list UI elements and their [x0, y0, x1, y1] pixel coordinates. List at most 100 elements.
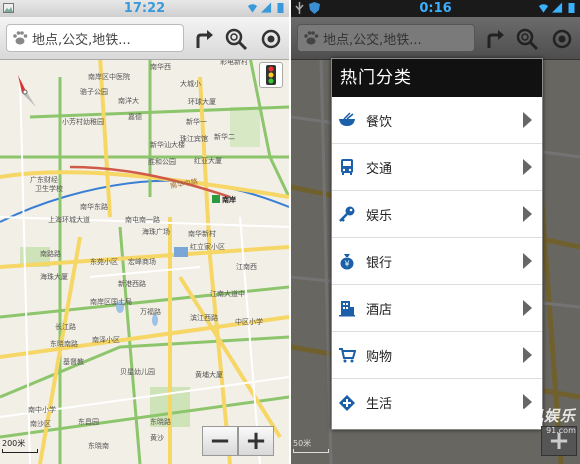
map-label: 红立家小区	[190, 243, 225, 251]
watermark: 91手机娱乐 91.com	[489, 405, 576, 435]
map-label: 宏峰商场	[128, 258, 156, 266]
poi-label: 南岸	[222, 196, 236, 204]
status-time: 0:16	[419, 1, 452, 16]
search-input[interactable]: 地点,公交,地铁...	[297, 24, 475, 52]
chevron-right-icon	[523, 159, 532, 175]
map-label: 小芳村幼稚园	[62, 118, 104, 126]
chevron-right-icon	[523, 300, 532, 316]
map-view[interactable]: 南岸区中医院 彩电新村 南华西 大城小 骆子公园 环球大厦 南洋大 小芳村幼稚园…	[0, 17, 289, 464]
service-icon	[339, 394, 355, 411]
category-item-hotel[interactable]: 酒店	[332, 285, 542, 332]
bowl-icon	[339, 112, 355, 126]
watermark-text: 91手机娱乐	[489, 407, 576, 425]
map-scale-label: 200米	[2, 439, 26, 448]
map-label: 黄沙	[150, 434, 164, 442]
map-label: 环球大厦	[188, 98, 216, 106]
chevron-right-icon	[523, 206, 532, 222]
route-button[interactable]	[190, 25, 218, 53]
baidu-paw-icon	[304, 31, 319, 45]
map-label: 南屯南一路	[125, 216, 160, 224]
key-icon	[339, 206, 355, 222]
category-label: 娱乐	[366, 208, 393, 224]
baidu-paw-icon	[13, 31, 28, 45]
map-label: 东晓路	[150, 418, 171, 426]
map-label: 万福路	[140, 308, 161, 316]
map-label: 南华东路	[80, 203, 108, 211]
zoom-in-button[interactable]: +	[238, 426, 274, 456]
route-arrow-icon	[196, 30, 213, 48]
category-item-entertainment[interactable]: 娱乐	[332, 191, 542, 238]
map-label: 南岸区中医院	[88, 73, 130, 81]
cart-icon	[339, 348, 356, 363]
compass-icon[interactable]	[12, 73, 42, 109]
map-scale-label: 50米	[293, 439, 312, 448]
category-item-shopping[interactable]: 购物	[332, 332, 542, 379]
category-item-transport[interactable]: 交通	[332, 144, 542, 191]
map-label: 大城小	[180, 80, 201, 88]
search-target-icon	[516, 28, 539, 51]
map-label: 江南西	[236, 263, 257, 271]
search-toolbar: 地点,公交,地铁...	[0, 17, 289, 60]
wifi-icon	[538, 4, 549, 13]
map-label: 江南大道中	[210, 290, 245, 298]
map-label: 贝星幼儿园	[120, 368, 155, 376]
chevron-right-icon	[523, 347, 532, 363]
map-label: 新港西路	[118, 280, 146, 288]
map-label: 黄埔大厦	[195, 371, 223, 379]
nearby-search-button[interactable]	[513, 25, 541, 53]
hotel-icon	[339, 301, 355, 317]
zoom-controls: − +	[202, 426, 274, 456]
map-label: 中区小学	[235, 318, 263, 326]
locate-button[interactable]	[548, 25, 576, 53]
map-label: 南中小学	[28, 406, 56, 414]
battery-icon	[568, 3, 575, 13]
search-target-icon	[225, 28, 248, 51]
right-screen: 0:16 地点,公交,地铁... 50米 热门分类 餐饮 交通 娱乐 ¥ 银行 …	[291, 0, 580, 464]
category-item-dining[interactable]: 餐饮	[332, 97, 542, 144]
map-label: 嘉德	[128, 113, 142, 121]
map-roads	[0, 17, 289, 464]
chevron-right-icon	[523, 112, 532, 128]
map-label: 胜和公园	[148, 158, 176, 166]
map-label: 新华二	[214, 133, 235, 141]
map-label: 上海环城大道	[48, 216, 90, 224]
map-label: 卫生学校	[35, 185, 63, 193]
route-arrow-icon	[487, 30, 504, 48]
map-label: 东晓南路	[50, 340, 78, 348]
left-screen: 南岸区中医院 彩电新村 南华西 大城小 骆子公园 环球大厦 南洋大 小芳村幼稚园…	[0, 0, 289, 464]
map-label: 南岸区国土局	[90, 298, 132, 306]
category-label: 交通	[366, 161, 393, 177]
zoom-out-button[interactable]: −	[202, 426, 238, 456]
traffic-toggle[interactable]	[259, 62, 283, 88]
map-label: 南洋大	[118, 97, 139, 105]
map-label: 东晓南	[88, 442, 109, 450]
route-button[interactable]	[481, 25, 509, 53]
map-label: 南路路	[40, 250, 61, 258]
map-label: 海珠大厦	[40, 273, 68, 281]
category-label: 餐饮	[366, 114, 393, 130]
map-label: 新华一	[186, 118, 207, 126]
battery-icon	[277, 3, 284, 13]
status-bar: 0:16	[291, 0, 580, 17]
map-scale-bar	[293, 449, 329, 453]
map-label: 南华新村	[188, 230, 216, 238]
category-label: 酒店	[366, 302, 393, 318]
locate-button[interactable]	[257, 25, 285, 53]
traffic-light-icon	[266, 65, 276, 85]
location-icon	[552, 29, 572, 49]
map-label: 东苑小区	[90, 258, 118, 266]
search-placeholder: 地点,公交,地铁...	[32, 32, 131, 48]
category-label: 银行	[366, 255, 393, 271]
map-label: 红亚大厦	[194, 157, 222, 165]
signal-icon	[552, 2, 563, 13]
map-scale-bar	[2, 449, 38, 453]
search-input[interactable]: 地点,公交,地铁...	[6, 24, 184, 52]
bus-icon	[341, 159, 353, 175]
status-time: 17:22	[123, 1, 166, 16]
search-toolbar: 地点,公交,地铁...	[291, 17, 580, 60]
category-label: 生活	[366, 397, 393, 412]
nearby-search-button[interactable]	[222, 25, 250, 53]
category-item-bank[interactable]: ¥ 银行	[332, 238, 542, 285]
wifi-icon	[247, 4, 258, 13]
map-label: 骆子公园	[80, 88, 108, 96]
